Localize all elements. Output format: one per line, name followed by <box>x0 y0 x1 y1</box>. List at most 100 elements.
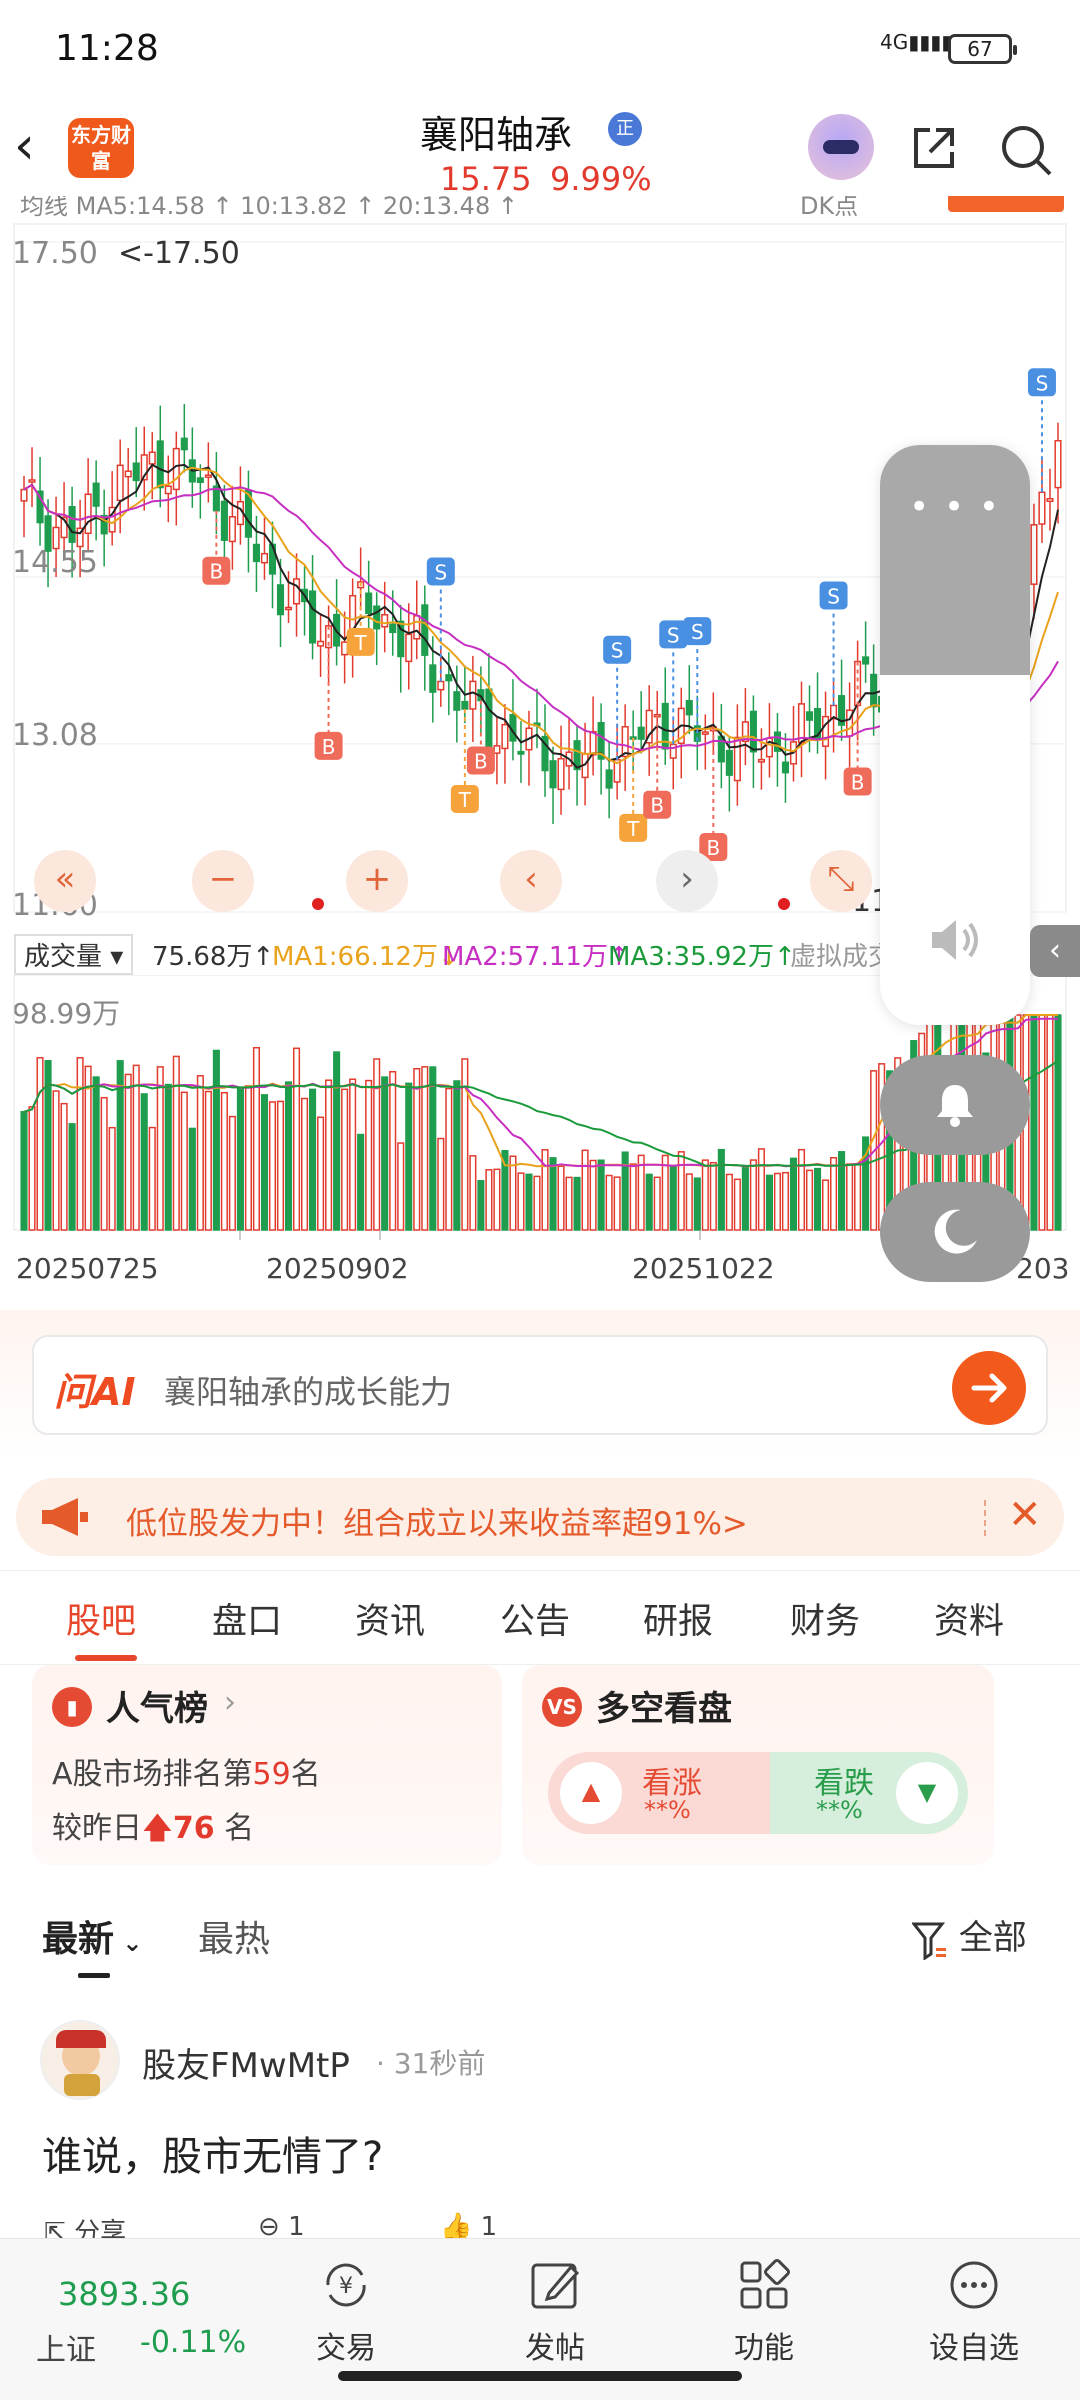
signal-label: S <box>691 620 704 644</box>
sort-latest-label: 最新 <box>42 1919 115 1960</box>
candle <box>453 691 461 711</box>
volume-bar <box>373 1058 381 1231</box>
ask-ai-logo: 问AI <box>54 1370 136 1414</box>
filter-button[interactable]: 全部 <box>910 1910 1027 1961</box>
volume-slider[interactable] <box>880 445 1030 675</box>
market-rank-value: 59 <box>252 1757 291 1792</box>
ring-mode-button[interactable] <box>880 1055 1030 1155</box>
volume-bar <box>445 1087 453 1231</box>
volume-bar <box>653 1176 661 1231</box>
candle <box>701 731 709 735</box>
tab-pankou[interactable]: 盘口 <box>212 1593 282 1644</box>
more-options-icon[interactable]: • • • <box>880 487 1030 527</box>
volume-bar <box>397 1142 405 1231</box>
post-content[interactable]: 谁说，股市无情了? <box>42 2124 383 2182</box>
up-triangle-icon: ▲ <box>560 1762 622 1824</box>
stock-change-pct: 9.99% <box>550 160 652 198</box>
volume-selector-label: 成交量 <box>24 942 103 972</box>
tab-guba[interactable]: 股吧 <box>66 1593 136 1644</box>
candle <box>549 760 557 789</box>
candle <box>517 750 525 755</box>
avatar[interactable] <box>40 2020 120 2100</box>
index-ticker[interactable]: 3893.36 上证 -0.11% <box>0 2239 250 2399</box>
back-arrow-icon[interactable]: ‹ <box>14 116 64 176</box>
candle <box>757 758 765 763</box>
fullscreen-icon[interactable]: ⤡ <box>810 850 872 912</box>
ask-ai-bar[interactable]: 问AI 襄阳轴承的成长能力 <box>32 1335 1048 1435</box>
speaker-icon[interactable] <box>928 915 982 965</box>
tab-finance[interactable]: 财务 <box>790 1593 860 1644</box>
volume-bar <box>341 1088 349 1231</box>
dk-point-label[interactable]: DK点 <box>800 196 858 220</box>
signal-label: B <box>650 794 664 818</box>
zoom-out-button[interactable]: − <box>192 850 254 912</box>
candle <box>1054 439 1062 489</box>
market-rank: A股市场排名第59名 <box>52 1749 321 1793</box>
candle <box>797 703 806 744</box>
nav-watchlist[interactable]: 设自选 <box>904 2257 1044 2367</box>
signal-label: S <box>611 639 624 663</box>
promo-banner[interactable]: 低位股发力中！组合成立以来收益率超91%> ✕ <box>16 1478 1064 1556</box>
ask-ai-prompt[interactable]: 襄阳轴承的成长能力 <box>164 1367 452 1413</box>
dark-mode-button[interactable] <box>880 1182 1030 1282</box>
nav-post[interactable]: 发帖 <box>485 2257 625 2367</box>
close-icon[interactable]: ✕ <box>1008 1492 1042 1538</box>
candle <box>196 477 204 484</box>
chart-icon: ▮ <box>52 1687 92 1727</box>
volume-bar <box>805 1169 814 1231</box>
promo-text[interactable]: 低位股发力中！组合成立以来收益率超91%> <box>126 1498 748 1543</box>
volume-bar <box>757 1148 765 1231</box>
bear-vote-button[interactable]: 看跌 **% ▼ <box>770 1752 968 1834</box>
volume-bar <box>1054 1014 1062 1231</box>
volume-bar <box>589 1159 597 1231</box>
volume-bar <box>854 1164 862 1231</box>
tab-announcements[interactable]: 公告 <box>500 1593 570 1644</box>
volume-bar <box>228 1115 236 1231</box>
volume-panel[interactable]: • • • <box>880 445 1030 1025</box>
candle <box>220 500 228 541</box>
app-logo[interactable]: 东方财富 <box>68 118 134 178</box>
volume-bar <box>509 1155 517 1231</box>
tab-news[interactable]: 资讯 <box>355 1593 425 1644</box>
sort-hot[interactable]: 最热 <box>198 1910 270 1962</box>
tab-profile[interactable]: 资料 <box>934 1593 1004 1644</box>
status-time: 11:28 <box>55 28 159 69</box>
volume-bar <box>164 1083 172 1231</box>
nav-functions[interactable]: 功能 <box>694 2257 834 2367</box>
candle <box>821 715 830 747</box>
ai-assistant-avatar[interactable] <box>808 114 874 180</box>
volume-selector[interactable]: 成交量 ▾ <box>14 934 134 975</box>
scroll-right-button[interactable]: › <box>656 850 718 912</box>
volume-bar <box>765 1174 773 1231</box>
candle <box>429 664 437 693</box>
zoom-in-button[interactable]: + <box>346 850 408 912</box>
volume-bar <box>709 1161 717 1231</box>
candle <box>854 660 862 707</box>
event-dot <box>778 898 790 910</box>
share-icon[interactable] <box>908 122 960 174</box>
search-icon[interactable] <box>998 122 1054 178</box>
popularity-title: 人气榜 <box>106 1689 208 1729</box>
bull-vote-button[interactable]: ▲ 看涨 **% <box>548 1752 770 1834</box>
network-type: 4G <box>880 30 909 54</box>
volume-bar <box>389 1070 397 1231</box>
popularity-card[interactable]: ▮ 人气榜 › A股市场排名第59名 较昨日🡅76 名 <box>32 1665 502 1865</box>
market-rank-prefix: A股市场排名第 <box>52 1757 253 1792</box>
tab-research[interactable]: 研报 <box>643 1593 713 1644</box>
volume-bar <box>292 1047 301 1231</box>
bear-value: **% <box>816 1796 863 1824</box>
post-username[interactable]: 股友FMwMtP <box>142 2038 350 2087</box>
promo-divider <box>984 1500 986 1536</box>
nav-trade[interactable]: ¥ 交易 <box>276 2257 416 2367</box>
filter-icon <box>910 1922 946 1961</box>
sort-latest[interactable]: 最新 ⌄ <box>42 1910 142 1962</box>
ask-ai-submit-button[interactable] <box>952 1351 1026 1425</box>
volume-bar <box>212 1049 220 1231</box>
scroll-left-far-button[interactable]: « <box>34 850 96 912</box>
collapse-side-tab[interactable]: ‹ <box>1030 925 1080 977</box>
scroll-left-button[interactable]: ‹ <box>500 850 562 912</box>
yuan-cycle-icon: ¥ <box>326 2263 366 2307</box>
volume-bar <box>244 1085 252 1231</box>
restore-rights-button[interactable] <box>948 196 1064 212</box>
moon-icon <box>934 1209 977 1254</box>
